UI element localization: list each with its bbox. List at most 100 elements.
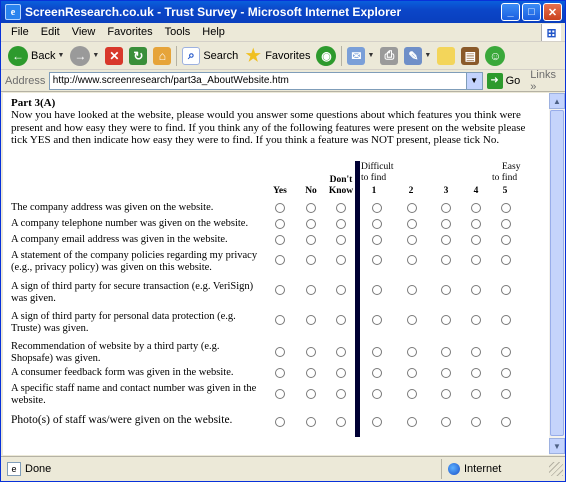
refresh-button[interactable]: ↻ xyxy=(126,44,150,68)
radio-scale-1[interactable] xyxy=(372,347,382,357)
radio-scale-2[interactable] xyxy=(407,347,417,357)
radio-scale-3[interactable] xyxy=(441,235,451,245)
radio-yes[interactable] xyxy=(275,315,285,325)
forward-dropdown-icon[interactable]: ▼ xyxy=(92,52,99,59)
radio-no[interactable] xyxy=(306,389,316,399)
radio-dont-know[interactable] xyxy=(336,389,346,399)
radio-yes[interactable] xyxy=(275,417,285,427)
radio-scale-2[interactable] xyxy=(407,219,417,229)
mail-dropdown-icon[interactable]: ▼ xyxy=(367,52,374,59)
menu-view[interactable]: View xyxy=(66,26,102,38)
radio-scale-2[interactable] xyxy=(407,315,417,325)
radio-scale-5[interactable] xyxy=(501,285,511,295)
radio-yes[interactable] xyxy=(275,347,285,357)
resize-grip-icon[interactable] xyxy=(549,462,563,476)
radio-scale-4[interactable] xyxy=(471,389,481,399)
radio-scale-1[interactable] xyxy=(372,255,382,265)
radio-scale-4[interactable] xyxy=(471,347,481,357)
radio-no[interactable] xyxy=(306,255,316,265)
radio-scale-2[interactable] xyxy=(407,368,417,378)
menu-tools[interactable]: Tools xyxy=(159,26,197,38)
links-button[interactable]: Links » xyxy=(530,69,565,93)
radio-dont-know[interactable] xyxy=(336,347,346,357)
radio-dont-know[interactable] xyxy=(336,255,346,265)
radio-scale-3[interactable] xyxy=(441,285,451,295)
radio-no[interactable] xyxy=(306,285,316,295)
favorites-button[interactable]: ★ Favorites xyxy=(241,44,313,68)
radio-scale-4[interactable] xyxy=(471,368,481,378)
radio-no[interactable] xyxy=(306,219,316,229)
radio-no[interactable] xyxy=(306,417,316,427)
radio-yes[interactable] xyxy=(275,285,285,295)
radio-dont-know[interactable] xyxy=(336,285,346,295)
back-dropdown-icon[interactable]: ▼ xyxy=(57,52,64,59)
address-dropdown-icon[interactable]: ▼ xyxy=(465,72,482,89)
radio-scale-1[interactable] xyxy=(372,368,382,378)
scroll-down-icon[interactable]: ▼ xyxy=(549,438,565,454)
radio-scale-3[interactable] xyxy=(441,203,451,213)
radio-scale-4[interactable] xyxy=(471,285,481,295)
radio-scale-2[interactable] xyxy=(407,235,417,245)
menu-edit[interactable]: Edit xyxy=(35,26,66,38)
radio-scale-3[interactable] xyxy=(441,255,451,265)
mail-button[interactable]: ✉ ▼ xyxy=(344,44,377,68)
radio-scale-1[interactable] xyxy=(372,389,382,399)
address-input[interactable] xyxy=(52,75,453,86)
radio-scale-1[interactable] xyxy=(372,285,382,295)
radio-scale-3[interactable] xyxy=(441,368,451,378)
media-button[interactable]: ◉ xyxy=(313,44,339,68)
minimize-button[interactable]: _ xyxy=(501,3,520,21)
radio-scale-4[interactable] xyxy=(471,315,481,325)
radio-scale-2[interactable] xyxy=(407,417,417,427)
radio-scale-4[interactable] xyxy=(471,255,481,265)
radio-no[interactable] xyxy=(306,235,316,245)
scroll-thumb[interactable] xyxy=(550,110,564,436)
radio-no[interactable] xyxy=(306,368,316,378)
radio-dont-know[interactable] xyxy=(336,368,346,378)
radio-scale-2[interactable] xyxy=(407,255,417,265)
radio-scale-3[interactable] xyxy=(441,315,451,325)
back-button[interactable]: ← Back ▼ xyxy=(5,44,67,68)
vertical-scrollbar[interactable]: ▲ ▼ xyxy=(549,93,565,455)
radio-no[interactable] xyxy=(306,347,316,357)
radio-yes[interactable] xyxy=(275,389,285,399)
edit-dropdown-icon[interactable]: ▼ xyxy=(424,52,431,59)
radio-scale-3[interactable] xyxy=(441,389,451,399)
radio-scale-1[interactable] xyxy=(372,219,382,229)
radio-no[interactable] xyxy=(306,315,316,325)
radio-scale-1[interactable] xyxy=(372,235,382,245)
radio-yes[interactable] xyxy=(275,255,285,265)
radio-scale-5[interactable] xyxy=(501,347,511,357)
radio-scale-3[interactable] xyxy=(441,219,451,229)
menu-file[interactable]: File xyxy=(5,26,35,38)
radio-scale-1[interactable] xyxy=(372,315,382,325)
radio-scale-5[interactable] xyxy=(501,389,511,399)
radio-scale-5[interactable] xyxy=(501,255,511,265)
menu-help[interactable]: Help xyxy=(196,26,231,38)
radio-scale-3[interactable] xyxy=(441,347,451,357)
radio-scale-5[interactable] xyxy=(501,235,511,245)
radio-scale-5[interactable] xyxy=(501,315,511,325)
research-button[interactable]: ▤ xyxy=(458,44,482,68)
radio-scale-2[interactable] xyxy=(407,203,417,213)
radio-scale-1[interactable] xyxy=(372,417,382,427)
radio-scale-4[interactable] xyxy=(471,235,481,245)
radio-scale-5[interactable] xyxy=(501,417,511,427)
radio-scale-2[interactable] xyxy=(407,389,417,399)
radio-no[interactable] xyxy=(306,203,316,213)
radio-yes[interactable] xyxy=(275,235,285,245)
forward-button[interactable]: → ▼ xyxy=(67,44,102,68)
radio-scale-5[interactable] xyxy=(501,368,511,378)
radio-dont-know[interactable] xyxy=(336,235,346,245)
radio-scale-4[interactable] xyxy=(471,203,481,213)
radio-dont-know[interactable] xyxy=(336,417,346,427)
maximize-button[interactable]: □ xyxy=(522,3,541,21)
radio-dont-know[interactable] xyxy=(336,203,346,213)
radio-yes[interactable] xyxy=(275,219,285,229)
radio-dont-know[interactable] xyxy=(336,315,346,325)
radio-scale-5[interactable] xyxy=(501,219,511,229)
radio-scale-4[interactable] xyxy=(471,219,481,229)
radio-yes[interactable] xyxy=(275,203,285,213)
messenger-button[interactable]: ☺ xyxy=(482,44,508,68)
menu-favorites[interactable]: Favorites xyxy=(101,26,158,38)
